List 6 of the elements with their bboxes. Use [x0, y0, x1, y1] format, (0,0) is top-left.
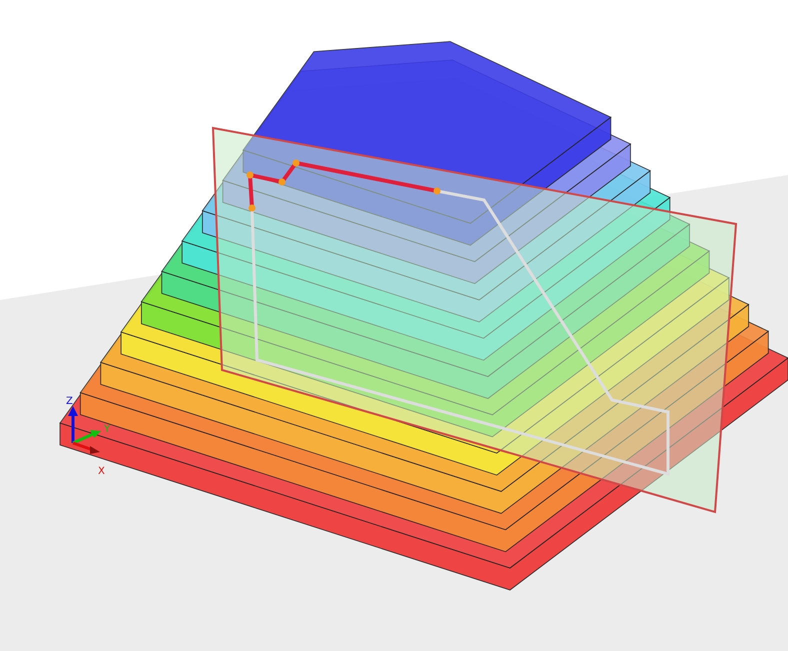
y-axis-arrow — [72, 430, 101, 444]
z-axis-arrow — [68, 406, 78, 443]
z-axis-label: Z — [66, 396, 73, 407]
y-axis-label: Y — [104, 424, 110, 435]
x-axis-label: X — [98, 466, 105, 477]
x-axis-arrow — [72, 442, 100, 454]
